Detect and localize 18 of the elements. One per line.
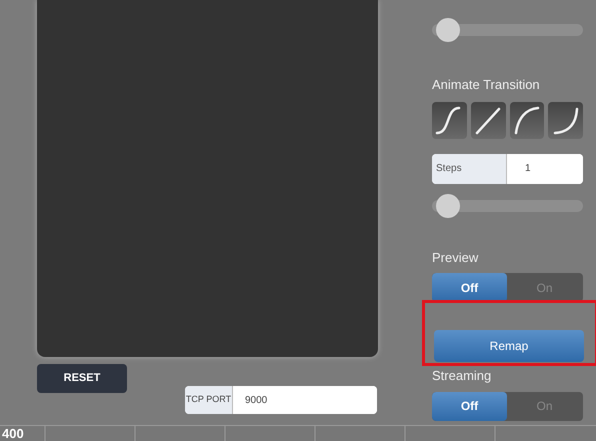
section-label: Preview	[432, 248, 480, 266]
reset-button[interactable]: RESET	[37, 364, 127, 393]
remap-button[interactable]: Remap	[434, 330, 584, 362]
section-label: Animate Transition	[432, 76, 541, 94]
slider[interactable]	[432, 194, 583, 218]
curve-button[interactable]	[510, 102, 544, 138]
curve-button[interactable]	[548, 102, 583, 138]
tcp-port-field[interactable]: TCP PORT 9000	[185, 386, 377, 414]
curve-button[interactable]	[432, 102, 467, 138]
section-label: Streaming	[432, 367, 492, 385]
steps-field[interactable]: Steps 1	[432, 154, 583, 184]
toggle-option[interactable]: Off	[432, 392, 507, 420]
toggle-option[interactable]: Off	[432, 273, 507, 302]
ruler-label: 400	[2, 426, 24, 441]
slider-thumb[interactable]	[436, 18, 460, 42]
curve-button[interactable]	[470, 102, 506, 138]
slider-thumb[interactable]	[436, 194, 460, 218]
slider[interactable]	[432, 18, 583, 42]
